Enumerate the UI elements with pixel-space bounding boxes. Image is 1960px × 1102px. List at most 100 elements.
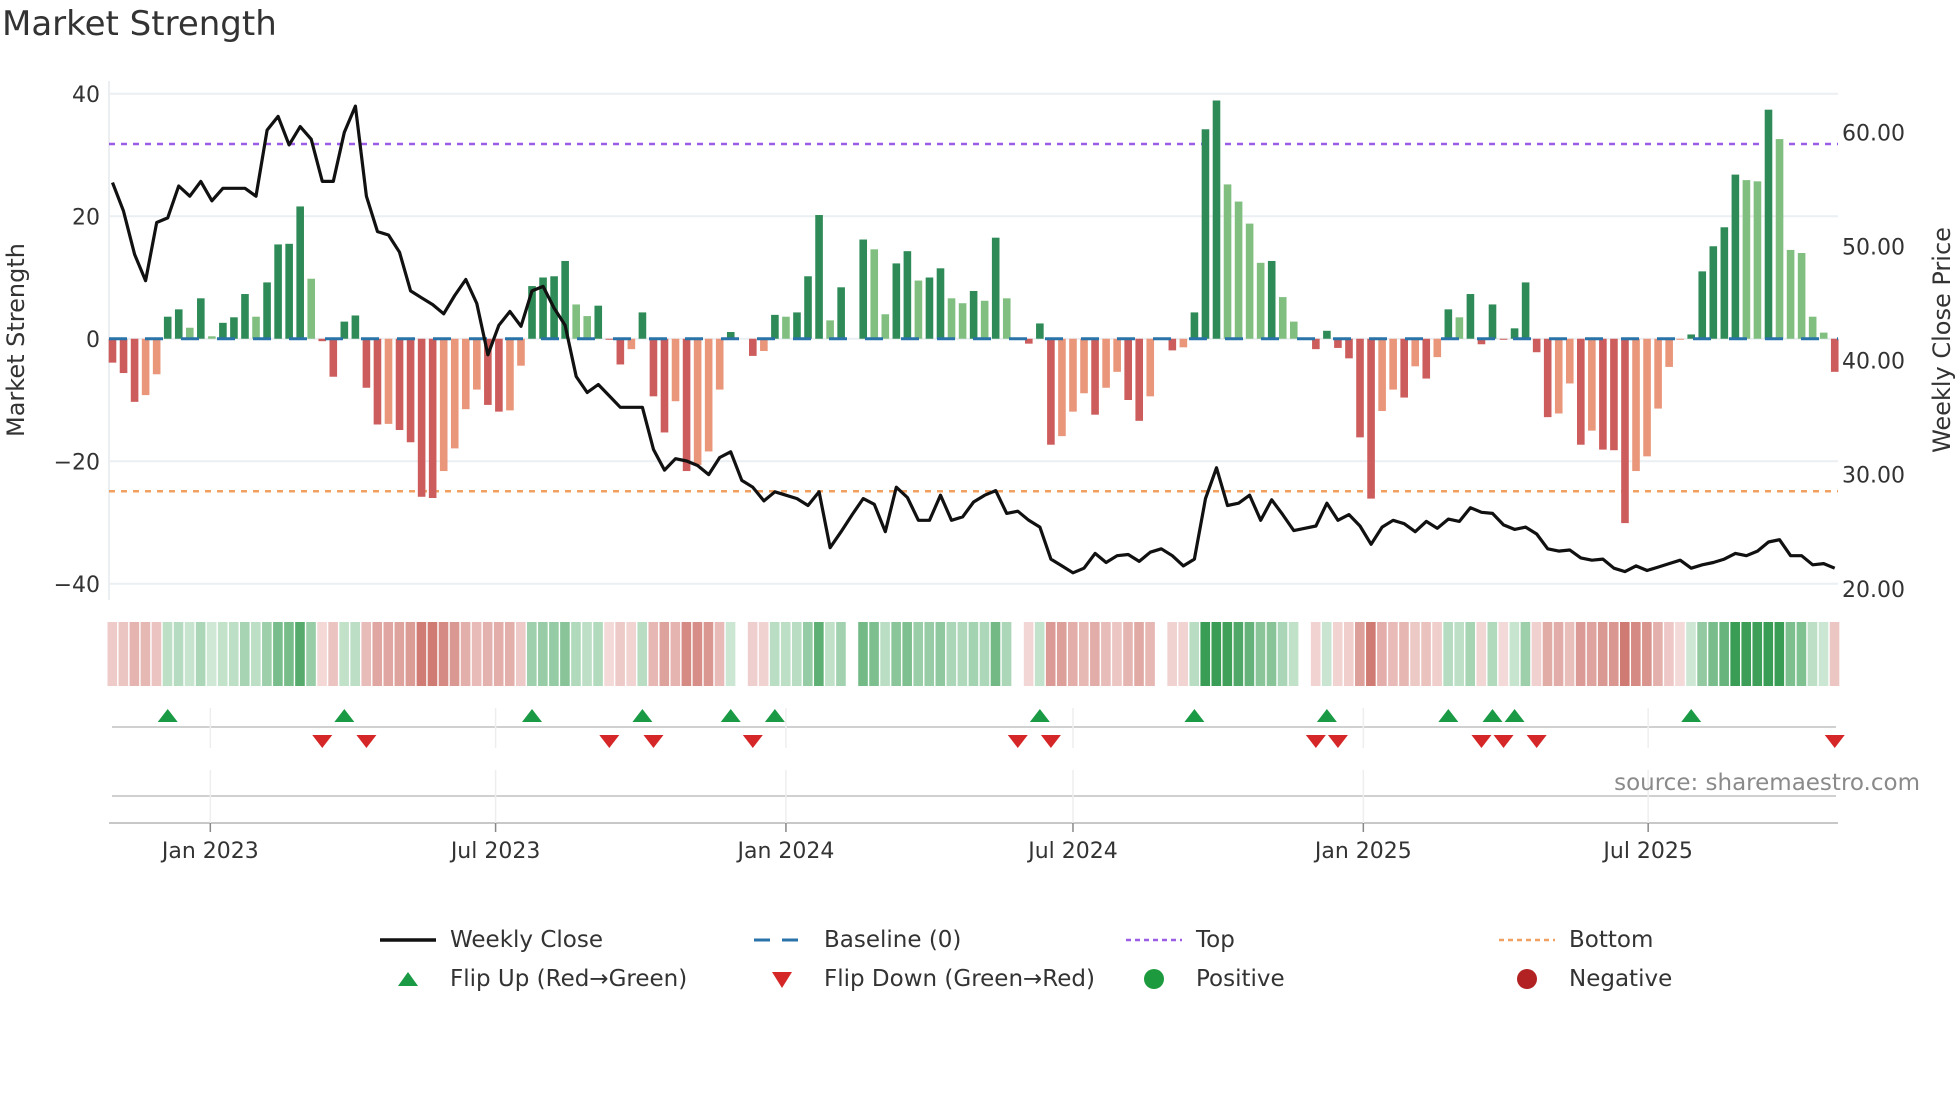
heat-strip-cell (935, 622, 946, 686)
heat-strip-cell (350, 622, 360, 686)
heat-strip-cell (184, 622, 195, 686)
heat-strip-cell (504, 622, 515, 686)
strength-bar (1775, 139, 1784, 339)
flip-down-marker (1824, 735, 1845, 748)
source-credit: source: sharemaestro.com (1614, 770, 1920, 796)
heat-strip-cell (1023, 622, 1034, 686)
legend-label: Positive (1196, 966, 1285, 992)
heat-strip-cell (1807, 622, 1818, 686)
heat-strip-cell (482, 622, 493, 686)
strength-bar (473, 338, 481, 390)
strength-bar (1312, 338, 1320, 350)
y-tick-label-left: 0 (86, 328, 100, 353)
strength-bar (373, 338, 382, 425)
strength-bar (881, 314, 890, 339)
heat-strip-cell (151, 622, 162, 686)
legend-dash-icon (754, 938, 810, 942)
strength-bar (1289, 321, 1298, 339)
heat-strip-cell (1090, 622, 1100, 686)
strength-bar (1345, 338, 1353, 359)
strength-bar (1455, 317, 1464, 339)
strength-bar (1069, 338, 1077, 412)
heat-strip-cell (1818, 622, 1829, 686)
x-tick-label: Jul 2025 (1601, 839, 1693, 864)
y-tick-label-left: 40 (72, 83, 100, 108)
heat-strip-cell (902, 622, 912, 686)
heat-strip-cell (195, 622, 206, 686)
strength-bar (1113, 338, 1121, 372)
heat-strip-cell (1454, 622, 1464, 686)
heat-strip-cell (1056, 622, 1067, 686)
strength-bar (870, 249, 879, 339)
heat-strip-cell (1697, 622, 1707, 686)
heat-strip-cell (1034, 622, 1045, 686)
strength-bar (815, 215, 823, 339)
legend-item: Bottom (1497, 925, 1653, 955)
heat-strip-cell (968, 622, 979, 686)
flip-markers-panel (109, 708, 1845, 832)
heat-strip-cell (946, 622, 957, 686)
heat-strip-cell (1321, 622, 1332, 686)
flip-up-marker (1438, 709, 1459, 722)
strength-bar (450, 338, 459, 449)
heat-strip-cell (1664, 622, 1674, 686)
strength-bar (1080, 338, 1088, 394)
flip-down-marker (643, 735, 664, 748)
heat-strip-cell (1101, 622, 1111, 686)
heat-strip-cell (273, 622, 283, 686)
strength-bar (461, 338, 470, 410)
strength-bar (1223, 184, 1232, 339)
heat-strip-cell (1465, 622, 1476, 686)
heat-strip-cell (1112, 622, 1122, 686)
heat-strip-cell (1619, 622, 1630, 686)
heat-strip-cell (725, 622, 736, 686)
strength-bar (395, 338, 404, 431)
heat-strip-cell (1410, 622, 1420, 686)
strength-bar (1720, 227, 1729, 339)
legend-dot-purple-icon (1126, 938, 1182, 942)
heat-strip-cell (295, 622, 305, 686)
heat-strip-cell (1730, 622, 1740, 686)
strength-bar (1565, 338, 1574, 384)
heat-strip-cell (703, 622, 714, 686)
strength-bar (1278, 297, 1287, 339)
y-tick-label-left: −20 (54, 450, 100, 475)
y-axis-label-right: Weekly Close Price (1928, 227, 1956, 453)
strength-bar (329, 338, 338, 377)
strength-bar (936, 268, 945, 339)
flip-up-marker (1482, 709, 1503, 722)
flip-up-marker (632, 709, 653, 722)
strength-bar (506, 338, 514, 411)
heat-strip-cell (1829, 622, 1840, 686)
strength-bar (1499, 338, 1508, 340)
legend-label: Bottom (1569, 927, 1654, 953)
legend-label: Top (1196, 927, 1235, 953)
strength-bar (715, 338, 724, 390)
heat-strip-cell (1189, 622, 1200, 686)
heat-strip-cell (1045, 622, 1056, 686)
strength-bar (947, 298, 956, 339)
flip-up-marker (1184, 709, 1205, 722)
heat-strip-cell (1509, 622, 1520, 686)
heat-strip-cell (1134, 622, 1144, 686)
heat-strip-cell (957, 622, 968, 686)
strength-bar (605, 338, 614, 340)
heat-strip-cell (239, 622, 250, 686)
flip-up-marker (764, 709, 785, 722)
heat-strip-cell (1421, 622, 1431, 686)
strength-bar (1036, 323, 1044, 339)
heat-strip-cell (571, 622, 581, 686)
legend-triangle-up-icon (398, 972, 418, 986)
y-tick-label-right: 20.00 (1842, 578, 1905, 603)
flip-down-marker (1007, 735, 1028, 748)
strength-bar (1444, 309, 1453, 339)
strength-bar (903, 251, 912, 339)
strength-bar (384, 338, 393, 424)
heat-strip-cell (405, 622, 416, 686)
strength-bar (594, 305, 603, 339)
heat-strip-cell (1542, 622, 1553, 686)
strength-bar (749, 338, 757, 356)
heat-strip-cell (427, 622, 438, 686)
flip-down-marker (1305, 735, 1326, 748)
heat-strip-cell (780, 622, 791, 686)
